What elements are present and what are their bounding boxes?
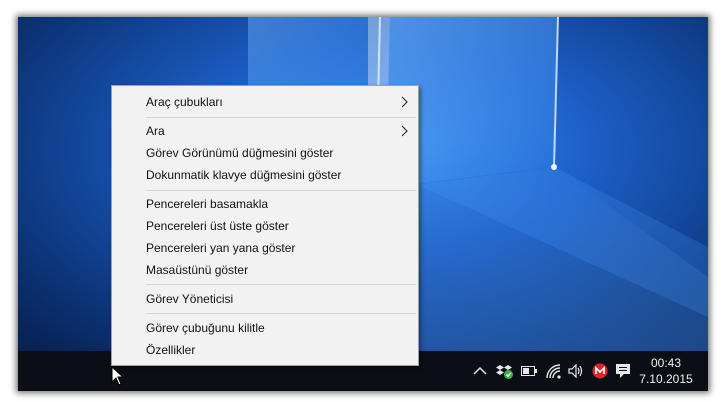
menu-item-show-desktop[interactable]: Masaüstünü göster: [112, 259, 418, 281]
menu-item-touch-keyboard[interactable]: Dokunmatik klavye düğmesini göster: [112, 164, 418, 186]
mouse-cursor-icon: [111, 366, 125, 386]
clock-date: 7.10.2015: [639, 372, 693, 386]
menu-item-label: Pencereleri üst üste göster: [146, 219, 289, 233]
chevron-up-icon[interactable]: [471, 362, 489, 380]
menu-item-search[interactable]: Ara: [112, 120, 418, 142]
menu-item-label: Görev Görünümü düğmesini göster: [146, 146, 334, 160]
mega-icon[interactable]: [591, 362, 609, 380]
menu-separator: [146, 313, 416, 314]
menu-item-lock-taskbar[interactable]: Görev çubuğunu kilitle: [112, 317, 418, 339]
volume-icon[interactable]: [567, 362, 585, 380]
dropbox-icon[interactable]: [496, 362, 514, 380]
menu-item-toolbars[interactable]: Araç çubukları: [112, 91, 418, 113]
menu-separator: [146, 190, 416, 191]
menu-item-label: Dokunmatik klavye düğmesini göster: [146, 168, 342, 182]
menu-item-label: Araç çubukları: [146, 95, 223, 109]
battery-icon[interactable]: [520, 362, 538, 380]
taskbar-context-menu: Araç çubukları Ara Görev Görünümü düğmes…: [111, 85, 419, 366]
menu-item-label: Görev çubuğunu kilitle: [146, 321, 265, 335]
menu-item-label: Ara: [146, 124, 165, 138]
action-center-icon[interactable]: [614, 362, 632, 380]
menu-item-stacked[interactable]: Pencereleri üst üste göster: [112, 215, 418, 237]
wifi-icon[interactable]: [544, 362, 562, 380]
chevron-right-icon: [401, 96, 408, 108]
menu-item-label: Masaüstünü göster: [146, 263, 249, 277]
taskbar-clock[interactable]: 00:43 7.10.2015: [636, 355, 696, 387]
clock-time: 00:43: [650, 356, 682, 370]
menu-item-label: Pencereleri basamakla: [146, 197, 269, 211]
menu-separator: [146, 284, 416, 285]
menu-item-properties[interactable]: Özellikler: [112, 339, 418, 361]
menu-item-side-by-side[interactable]: Pencereleri yan yana göster: [112, 237, 418, 259]
menu-separator: [146, 117, 416, 118]
menu-item-label: Özellikler: [146, 343, 196, 357]
chevron-right-icon: [401, 125, 408, 137]
menu-item-label: Görev Yöneticisi: [146, 292, 234, 306]
menu-item-task-manager[interactable]: Görev Yöneticisi: [112, 288, 418, 310]
menu-item-task-view[interactable]: Görev Görünümü düğmesini göster: [112, 142, 418, 164]
menu-item-cascade[interactable]: Pencereleri basamakla: [112, 193, 418, 215]
menu-item-label: Pencereleri yan yana göster: [146, 241, 296, 255]
